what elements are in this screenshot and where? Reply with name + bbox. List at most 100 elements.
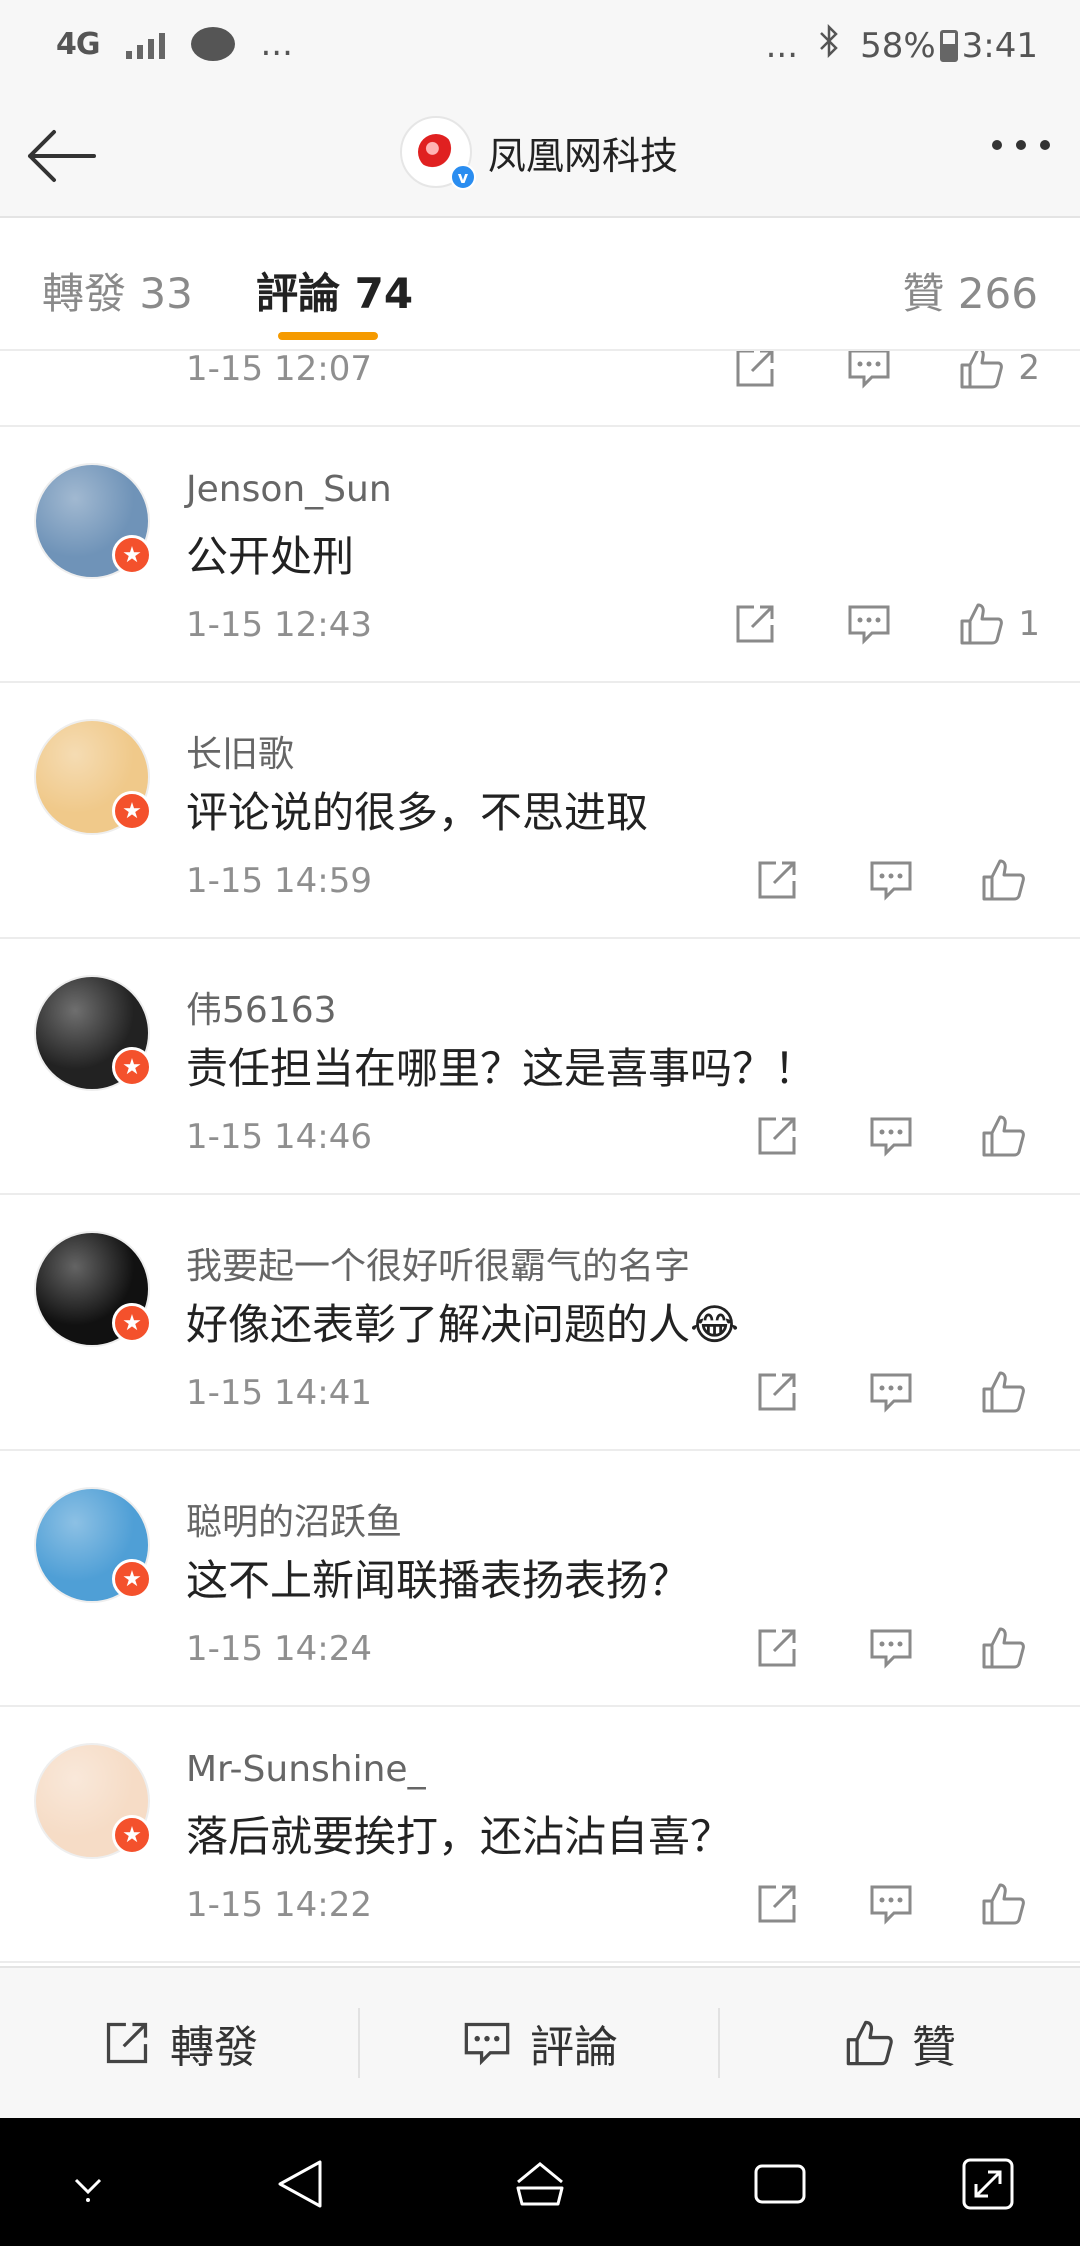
comment-text: 评论说的很多，不思进取: [186, 788, 649, 837]
comment-item-partial[interactable]: 1-15 12:07 2: [0, 351, 1080, 427]
back-arrow-icon[interactable]: [24, 116, 104, 196]
active-tab-indicator: [278, 332, 378, 340]
comment-text: 责任担当在哪里？这是喜事吗？！: [186, 1044, 817, 1093]
user-avatar[interactable]: ★: [34, 463, 152, 579]
reply-icon[interactable]: [866, 1111, 916, 1161]
comment-text: 好像还表彰了解决问题的人😂: [186, 1300, 740, 1349]
share-icon[interactable]: [752, 1367, 802, 1417]
network-type: 4G: [56, 26, 100, 62]
comment-text: 这不上新闻联播表扬表扬？: [186, 1556, 691, 1605]
share-icon[interactable]: [752, 1623, 802, 1673]
comment-username[interactable]: 长旧歌: [186, 725, 294, 777]
recent-apps-icon[interactable]: [750, 2154, 810, 2214]
share-icon[interactable]: [752, 1111, 802, 1161]
home-nav-icon[interactable]: [510, 2154, 570, 2214]
repost-label: 轉發: [170, 2022, 258, 2073]
tab-comments[interactable]: 評論 74: [256, 260, 413, 321]
comment-text: 落后就要挨打，还沾沾自喜？: [186, 1812, 733, 1861]
thumbs-up-icon: [846, 2020, 893, 2066]
comment-time: 1-15 14:46: [186, 1117, 372, 1157]
like-button-bottom[interactable]: 贊: [720, 1968, 1080, 2118]
clock: 3:41: [961, 25, 1038, 66]
comment-time: 1-15 14:24: [186, 1629, 372, 1669]
reply-icon[interactable]: [844, 351, 894, 393]
reply-icon[interactable]: [866, 1623, 916, 1673]
more-notifications: ...: [260, 24, 293, 64]
comment-text: 公开处刑: [186, 532, 355, 581]
comment-username[interactable]: Jenson_Sun: [186, 469, 392, 510]
user-avatar[interactable]: ★: [34, 719, 152, 835]
ifeng-logo-icon: [418, 134, 454, 170]
battery-percent: 58%: [860, 25, 936, 66]
like-button[interactable]: [980, 1369, 1040, 1415]
reply-icon[interactable]: [844, 599, 894, 649]
comment-item[interactable]: ★ 伟56163 责任担当在哪里？这是喜事吗？！ 1-15 14:46: [0, 939, 1080, 1195]
comment-username[interactable]: Mr-Sunshine_: [186, 1749, 426, 1790]
comment-time: 1-15 14:41: [186, 1373, 372, 1413]
tab-bar: 轉發 33 評論 74 贊 266: [0, 218, 1080, 348]
comment-item[interactable]: ★ Jenson_Sun 公开处刑 1-15 12:43 1: [0, 427, 1080, 683]
like-button[interactable]: [980, 1881, 1040, 1927]
more-options-icon[interactable]: [992, 140, 1050, 150]
like-label: 贊: [912, 2022, 956, 2073]
user-avatar[interactable]: ★: [34, 975, 152, 1091]
tab-likes[interactable]: 贊 266: [902, 260, 1038, 321]
comment-list[interactable]: 1-15 12:07 2 ★ Jenson_Sun 公开处刑 1-15 12:4…: [0, 351, 1080, 1966]
share-icon[interactable]: [730, 351, 780, 393]
expand-screen-icon[interactable]: [958, 2154, 1018, 2214]
back-nav-icon[interactable]: [270, 2154, 330, 2214]
comment-item[interactable]: ★ 我要起一个很好听很霸气的名字 好像还表彰了解决问题的人😂 1-15 14:4…: [0, 1195, 1080, 1451]
bluetooth-icon: [818, 23, 840, 67]
user-avatar[interactable]: ★: [34, 1231, 152, 1347]
vip-badge-icon: ★: [112, 1815, 152, 1855]
share-icon[interactable]: [730, 599, 780, 649]
system-navigation-bar: [0, 2118, 1080, 2246]
reply-icon[interactable]: [866, 855, 916, 905]
bottom-action-bar: 轉發 評論 贊: [0, 1966, 1080, 2118]
like-button[interactable]: 1: [958, 601, 1040, 647]
like-button[interactable]: [980, 857, 1040, 903]
account-name: 凤凰网科技: [488, 133, 679, 178]
comment-username[interactable]: 伟56163: [186, 981, 337, 1033]
user-avatar[interactable]: ★: [34, 1743, 152, 1859]
repost-icon: [106, 2022, 148, 2064]
comment-time: 1-15 14:59: [186, 861, 372, 901]
reply-icon[interactable]: [866, 1879, 916, 1929]
vip-badge-icon: ★: [112, 1303, 152, 1343]
account-title[interactable]: v 凤凰网科技: [400, 116, 679, 190]
share-icon[interactable]: [752, 855, 802, 905]
repost-button[interactable]: 轉發: [0, 1968, 360, 2118]
like-button[interactable]: [980, 1113, 1040, 1159]
comment-item[interactable]: ★ 聪明的沼跃鱼 这不上新闻联播表扬表扬？ 1-15 14:24: [0, 1451, 1080, 1707]
top-header: v 凤凰网科技: [0, 94, 1080, 218]
comment-time: 1-15 14:22: [186, 1885, 372, 1925]
comment-username[interactable]: 聪明的沼跃鱼: [186, 1493, 402, 1545]
signal-icon: [125, 29, 165, 59]
more-status: ...: [765, 25, 799, 66]
comment-icon: [464, 2022, 510, 2066]
tab-reposts[interactable]: 轉發 33: [42, 260, 193, 321]
vip-badge-icon: ★: [112, 535, 152, 575]
account-avatar[interactable]: v: [400, 116, 476, 190]
vip-badge-icon: ★: [112, 1559, 152, 1599]
like-button[interactable]: [980, 1625, 1040, 1671]
vip-badge-icon: ★: [112, 791, 152, 831]
app-notification-icon: [190, 27, 235, 61]
comment-item[interactable]: ★ Mr-Sunshine_ 落后就要挨打，还沾沾自喜？ 1-15 14:22: [0, 1707, 1080, 1963]
status-bar: 4G ... ... 58% 3:41: [0, 0, 1080, 94]
user-avatar[interactable]: ★: [34, 1487, 152, 1603]
battery-icon: [939, 29, 958, 62]
like-count: 2: [1018, 351, 1040, 388]
like-count: 1: [1018, 604, 1040, 644]
comment-button[interactable]: 評論: [360, 1968, 720, 2118]
vip-badge-icon: ★: [112, 1047, 152, 1087]
hide-keyboard-icon[interactable]: [58, 2154, 118, 2214]
comment-time: 1-15 12:07: [186, 351, 372, 389]
comment-time: 1-15 12:43: [186, 605, 372, 645]
reply-icon[interactable]: [866, 1367, 916, 1417]
like-button[interactable]: 2: [958, 351, 1040, 391]
comment-username[interactable]: 我要起一个很好听很霸气的名字: [186, 1237, 690, 1289]
comment-item[interactable]: ★ 长旧歌 评论说的很多，不思进取 1-15 14:59: [0, 683, 1080, 939]
share-icon[interactable]: [752, 1879, 802, 1929]
verified-icon: v: [450, 164, 476, 190]
